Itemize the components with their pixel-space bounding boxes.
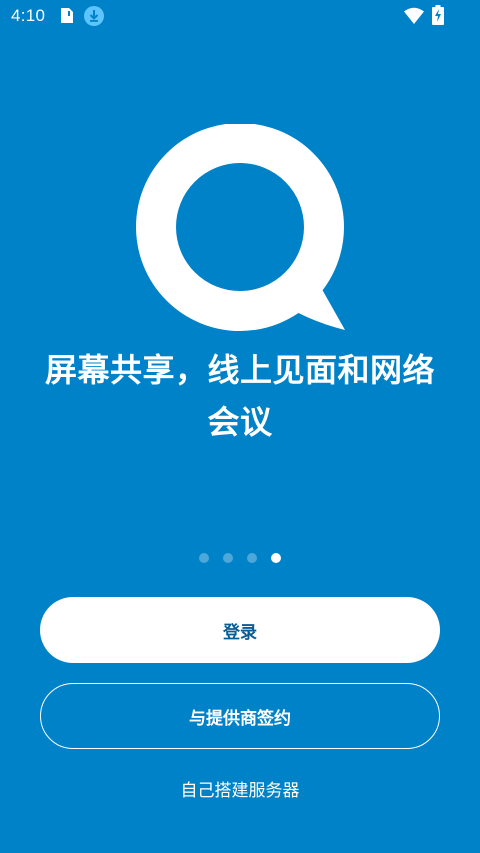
provider-signup-label: 与提供商签约 <box>189 708 291 729</box>
page-dot[interactable] <box>223 553 233 563</box>
page-dot-active[interactable] <box>271 553 281 563</box>
wifi-icon <box>404 7 424 24</box>
page-indicator <box>196 551 286 565</box>
sim-card-icon <box>61 8 73 23</box>
headline-line-1: 屏幕共享，线上见面和网络 <box>44 351 435 389</box>
status-time: 4:10 <box>11 6 46 25</box>
download-icon <box>84 6 104 26</box>
headline-line-2: 会议 <box>207 403 273 441</box>
status-bar: 4:10 <box>0 0 480 32</box>
provider-signup-button[interactable]: 与提供商签约 <box>40 683 440 749</box>
app-logo-icon <box>136 124 345 331</box>
page-dot[interactable] <box>247 553 257 563</box>
login-button[interactable]: 登录 <box>40 597 440 663</box>
self-host-link[interactable]: 自己搭建服务器 <box>0 776 480 801</box>
battery-charging-icon <box>432 5 444 25</box>
login-button-label: 登录 <box>223 622 257 643</box>
page-dot[interactable] <box>199 553 209 563</box>
headline: 屏幕共享，线上见面和网络 会议 <box>20 344 460 448</box>
